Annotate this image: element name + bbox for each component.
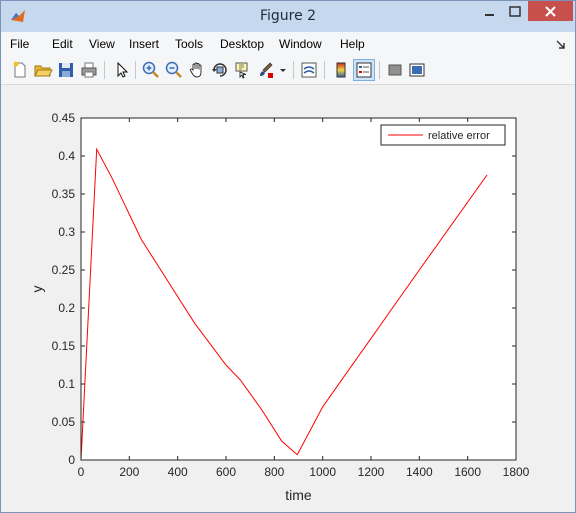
print-icon[interactable]: [79, 60, 99, 80]
toolbar-separator: [379, 61, 380, 79]
y-axis-label: y: [29, 286, 45, 293]
toolbar-separator: [293, 61, 294, 79]
minimize-button[interactable]: [476, 1, 502, 21]
menu-bar: File Edit View Insert Tools Desktop Wind…: [1, 32, 575, 56]
legend-icon[interactable]: [353, 59, 375, 81]
x-tick-label: 0: [78, 465, 85, 479]
close-button[interactable]: [528, 1, 573, 21]
show-plot-tools-icon[interactable]: [407, 60, 427, 80]
maximize-button[interactable]: [502, 1, 528, 21]
save-icon[interactable]: [56, 60, 76, 80]
x-tick-label: 1800: [503, 465, 530, 479]
menu-tools[interactable]: Tools: [175, 37, 203, 51]
menu-edit[interactable]: Edit: [52, 37, 73, 51]
x-tick-label: 600: [216, 465, 236, 479]
menu-help[interactable]: Help: [340, 37, 365, 51]
line-plot[interactable]: 0 200 400 600 800 1000 1200 1400 1600 1800 0 0.05 0.…: [7, 85, 569, 509]
y-tick-label: 0.05: [52, 415, 76, 429]
pan-icon[interactable]: [187, 60, 207, 80]
title-bar[interactable]: Figure 2: [1, 1, 575, 32]
y-tick-label: 0.4: [58, 149, 75, 163]
legend-label: relative error: [428, 130, 490, 142]
menu-window[interactable]: Window: [279, 37, 322, 51]
figure-toolbar: [1, 56, 575, 85]
y-tick-label: 0.25: [52, 263, 76, 277]
menu-desktop[interactable]: Desktop: [220, 37, 264, 51]
toolbar-separator: [324, 61, 325, 79]
x-tick-label: 400: [168, 465, 188, 479]
menu-file[interactable]: File: [10, 37, 29, 51]
toolbar-separator: [135, 61, 136, 79]
y-tick-label: 0.2: [58, 301, 75, 315]
rotate-3d-icon[interactable]: [210, 60, 230, 80]
menu-view[interactable]: View: [89, 37, 115, 51]
figure-window: Figure 2 File Edit View Insert Tools Des…: [0, 0, 576, 513]
menu-insert[interactable]: Insert: [129, 37, 159, 51]
brush-icon[interactable]: [256, 60, 276, 80]
y-tick-label: 0.15: [52, 339, 76, 353]
brush-dropdown-icon[interactable]: [278, 60, 288, 80]
colorbar-icon[interactable]: [331, 60, 351, 80]
y-tick-label: 0: [68, 453, 75, 467]
y-tick-label: 0.3: [58, 225, 75, 239]
y-tick-label: 0.35: [52, 187, 76, 201]
plot-area: [81, 118, 516, 460]
zoom-out-icon[interactable]: [164, 60, 184, 80]
open-file-icon[interactable]: [33, 60, 53, 80]
figure-canvas[interactable]: 0 200 400 600 800 1000 1200 1400 1600 1800 0 0.05 0.…: [7, 85, 569, 509]
data-cursor-icon[interactable]: [233, 60, 253, 80]
x-tick-label: 1000: [309, 465, 336, 479]
toolbar-separator: [104, 61, 105, 79]
x-tick-label: 800: [264, 465, 284, 479]
x-tick-label: 1400: [406, 465, 433, 479]
hide-plot-tools-icon[interactable]: [385, 60, 405, 80]
pointer-icon[interactable]: [111, 60, 131, 80]
y-tick-label: 0.1: [58, 377, 75, 391]
x-tick-label: 200: [119, 465, 139, 479]
x-tick-label: 1600: [454, 465, 481, 479]
y-tick-label: 0.45: [52, 111, 76, 125]
link-plot-icon[interactable]: [299, 60, 319, 80]
zoom-in-icon[interactable]: [141, 60, 161, 80]
dock-arrow-icon[interactable]: [556, 40, 566, 50]
new-figure-icon[interactable]: [10, 60, 30, 80]
x-axis-label: time: [285, 487, 312, 503]
x-tick-label: 1200: [358, 465, 385, 479]
